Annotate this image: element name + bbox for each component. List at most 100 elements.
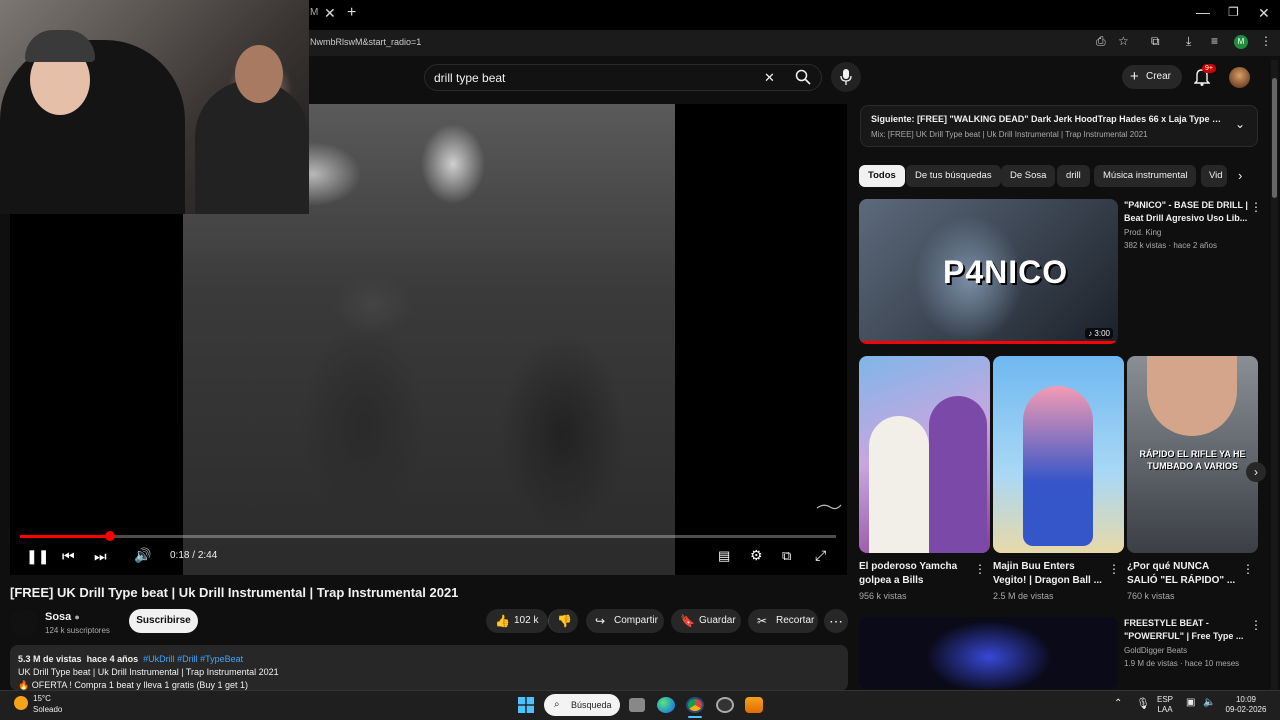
video-3-channel[interactable]: GoldDigger Beats (1124, 646, 1187, 655)
edge-icon[interactable] (657, 697, 675, 713)
taskbar-search-icon: ⌕ (554, 699, 560, 710)
chip-de-sosa[interactable]: De Sosa (1001, 165, 1056, 187)
thumbnail-text: P4NICO (943, 254, 1069, 290)
short-3-menu-icon[interactable]: ⋮ (1242, 562, 1254, 576)
weather-temperature[interactable]: 15°C (33, 694, 51, 703)
verified-icon: ● (74, 612, 80, 622)
video-thumbnail-1[interactable]: P4NICO ♪ 3:00 (859, 199, 1118, 344)
tab-title-fragment[interactable]: M (310, 7, 318, 18)
profile-avatar[interactable]: M (1234, 35, 1248, 49)
extensions-icon[interactable]: ⧉ (1151, 34, 1160, 49)
install-app-icon[interactable]: ⎙ (1096, 34, 1106, 49)
subtitles-icon[interactable]: ▤ (718, 548, 730, 564)
thumbs-down-icon: 👎 (557, 614, 572, 628)
fl-studio-icon[interactable] (745, 697, 763, 713)
volume-icon[interactable]: 🔊 (134, 547, 151, 564)
new-tab-button[interactable]: + (347, 4, 356, 22)
short-thumbnail-2[interactable] (993, 356, 1124, 553)
short-2-title[interactable]: Majin Buu Enters Vegito! | Dragon Ball .… (993, 560, 1105, 588)
description-meta: 5.3 M de vistas hace 4 años #UkDrill #Dr… (18, 654, 244, 664)
previous-icon[interactable]: ⏮ (62, 548, 75, 565)
search-button[interactable] (785, 64, 822, 91)
more-actions-button[interactable]: ⋯ (824, 609, 848, 633)
clear-search-icon[interactable]: ✕ (764, 70, 775, 86)
taskbar-clock[interactable]: 10:09 09-02-2026 (1222, 695, 1270, 715)
video-1-channel[interactable]: Prod. King (1124, 228, 1161, 237)
chip-drill[interactable]: drill (1057, 165, 1090, 187)
like-button[interactable]: 👍 102 k (486, 609, 548, 633)
minimize-icon[interactable]: — (1196, 4, 1210, 20)
subscriber-count: 124 k suscriptores (45, 626, 110, 635)
chevron-right-icon[interactable]: › (1238, 168, 1242, 183)
short-2-menu-icon[interactable]: ⋮ (1108, 562, 1120, 576)
miniplayer-icon[interactable]: ⧉ (782, 548, 791, 564)
video-thumbnail-3[interactable] (859, 617, 1118, 689)
volume-tray-icon[interactable]: 🔈 (1203, 697, 1215, 708)
start-button[interactable] (518, 697, 534, 713)
next-icon[interactable]: ⏭ (94, 548, 107, 565)
tray-mic-icon[interactable]: 🎙 (1136, 697, 1150, 710)
browser-menu-icon[interactable]: ⋮ (1260, 34, 1272, 48)
progress-bar[interactable] (20, 531, 836, 541)
account-avatar[interactable] (1229, 67, 1250, 88)
up-next-card[interactable]: Siguiente: [FREE] "WALKING DEAD" Dark Je… (860, 105, 1258, 147)
person-left (0, 40, 185, 214)
pause-button[interactable]: ❚❚ (26, 548, 49, 565)
short-3-title[interactable]: ¿Por qué NUNCA SALIÓ "EL RÁPIDO" ... (1127, 560, 1239, 588)
chip-de-tus-busquedas[interactable]: De tus búsquedas (906, 165, 1001, 187)
task-view-icon[interactable] (629, 698, 645, 712)
taskbar-search[interactable]: ⌕ Búsqueda (544, 694, 620, 716)
chip-todos[interactable]: Todos (859, 165, 905, 187)
notifications-button[interactable]: 9+ (1192, 64, 1216, 87)
short-2-figure (1023, 386, 1093, 546)
language-indicator[interactable]: ESP LAA (1157, 695, 1173, 715)
bookmark-icon: 🔖 (680, 614, 695, 628)
chip-videos[interactable]: Vid (1201, 165, 1227, 187)
bookmark-star-icon[interactable]: ☆ (1118, 34, 1129, 48)
voice-search-button[interactable] (831, 62, 861, 92)
chip-musica-instrumental[interactable]: Música instrumental (1094, 165, 1197, 187)
shorts-next-icon[interactable]: › (1246, 462, 1266, 482)
page-scrollbar[interactable] (1271, 60, 1278, 690)
subscribe-button[interactable]: Suscribirse (129, 609, 198, 633)
create-button[interactable]: + Crear (1122, 65, 1182, 89)
dislike-button[interactable]: 👎 (548, 609, 578, 633)
scrollbar-thumb[interactable] (1272, 78, 1277, 198)
search-input[interactable]: drill type beat (434, 71, 505, 85)
tray-overflow-icon[interactable]: ⌃ (1114, 698, 1122, 709)
media-control-icon[interactable]: ≡ (1211, 34, 1218, 48)
video-1-title[interactable]: "P4NICO" - BASE DE DRILL | Beat Drill Ag… (1124, 199, 1250, 225)
video-1-menu-icon[interactable]: ⋮ (1250, 200, 1262, 214)
description-box[interactable]: 5.3 M de vistas hace 4 años #UkDrill #Dr… (10, 645, 848, 691)
share-button[interactable]: ↪ Compartir (586, 609, 664, 633)
channel-name[interactable]: Sosa ● (45, 611, 80, 623)
restore-icon[interactable]: ❐ (1228, 5, 1239, 19)
download-icon[interactable]: ⤓ (1186, 34, 1191, 49)
save-button[interactable]: 🔖 Guardar (671, 609, 741, 633)
video-3-menu-icon[interactable]: ⋮ (1250, 618, 1262, 632)
short-1-title[interactable]: El poderoso Yamcha golpea a Bills (859, 560, 971, 588)
chevron-down-icon[interactable]: ⌄ (1235, 117, 1245, 131)
short-thumbnail-3[interactable]: RÁPIDO EL RIFLE YA HE TUMBADO A VARIOS (1127, 356, 1258, 553)
active-app-indicator (688, 716, 702, 718)
short-thumbnail-1[interactable] (859, 356, 990, 553)
thumbs-up-icon: 👍 (495, 614, 510, 628)
progress-scrubber[interactable] (104, 531, 115, 541)
clip-button[interactable]: ✂ Recortar (748, 609, 818, 633)
weather-icon[interactable] (14, 696, 28, 710)
settings-gear-icon[interactable]: ⚙ (750, 547, 763, 564)
video-3-title[interactable]: FREESTYLE BEAT - "POWERFUL" | Free Type … (1124, 617, 1250, 643)
weather-condition[interactable]: Soleado (33, 705, 62, 714)
search-box[interactable]: drill type beat ✕ (424, 64, 822, 91)
obs-icon[interactable] (716, 697, 734, 713)
person-right-face (235, 45, 283, 103)
close-tab-icon[interactable]: ✕ (324, 5, 336, 22)
short-1-menu-icon[interactable]: ⋮ (974, 562, 986, 576)
channel-avatar[interactable] (10, 609, 38, 637)
fullscreen-icon[interactable]: ⤢ (815, 547, 826, 564)
close-window-icon[interactable]: ✕ (1258, 5, 1270, 22)
url-text[interactable]: NwmbRlswM&start_radio=1 (310, 37, 421, 47)
chrome-icon[interactable] (686, 697, 704, 713)
network-icon[interactable]: ▣ (1186, 697, 1195, 708)
webcam-overlay (0, 0, 309, 214)
